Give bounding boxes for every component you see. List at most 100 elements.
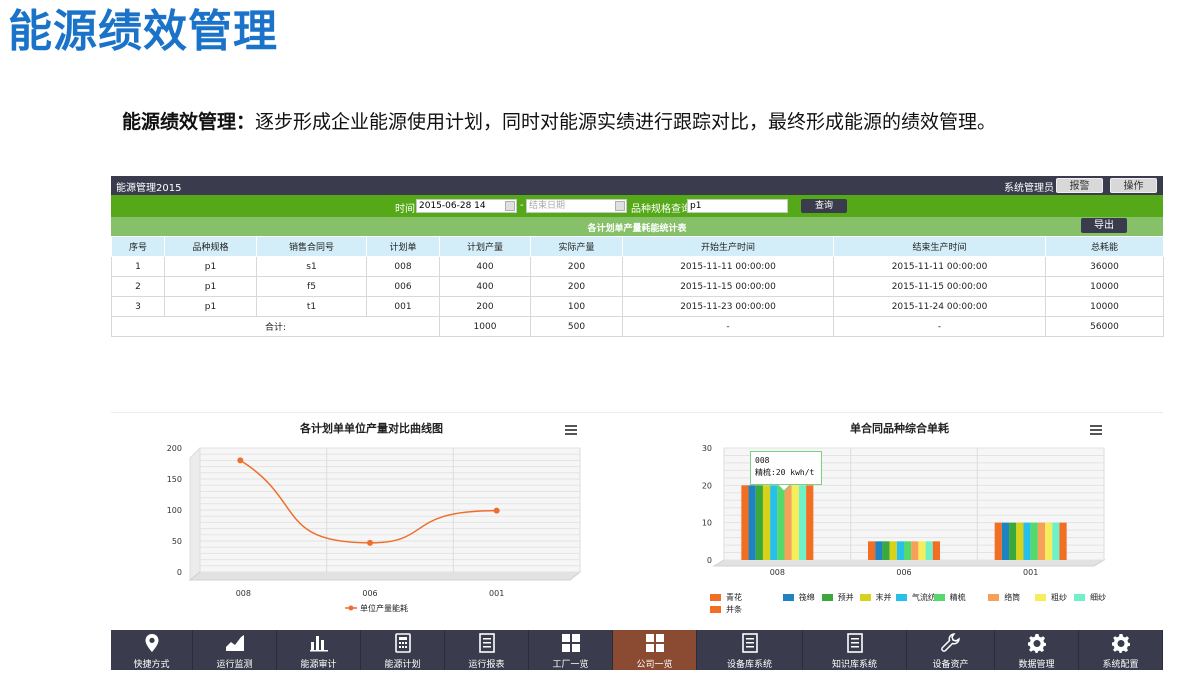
table-cell: 2015-11-11 00:00:00	[622, 256, 834, 277]
document-icon	[477, 633, 497, 653]
legend-item[interactable]: 青花	[710, 592, 742, 602]
start-date-input[interactable]: 2015-06-28 14	[416, 199, 517, 213]
nav-item[interactable]: 数据管理	[995, 630, 1079, 670]
nav-item-label: 设备资产	[932, 660, 969, 670]
col-header[interactable]: 结束生产时间	[833, 236, 1046, 257]
nav-item[interactable]: 设备库系统	[697, 630, 803, 670]
x-tick-label: 001	[1023, 568, 1038, 577]
legend-item[interactable]: 末并	[859, 592, 892, 602]
table-cell: p1	[164, 296, 257, 317]
nav-item[interactable]: 能源计划	[361, 630, 445, 670]
nav-item[interactable]: 能源审计	[277, 630, 361, 670]
table-title: 各计划单产量耗能统计表	[587, 224, 687, 234]
legend-item[interactable]: 气流纺	[895, 592, 936, 602]
wrench-icon	[940, 633, 961, 653]
legend-item[interactable]: 粗纱	[1035, 592, 1067, 602]
nav-item-label: 快捷方式	[133, 660, 170, 670]
alarm-button[interactable]: 报警	[1056, 178, 1103, 193]
col-header[interactable]: 总耗能	[1045, 236, 1164, 257]
chart1-menu-icon[interactable]	[565, 425, 577, 435]
legend-item[interactable]: 络筒	[988, 592, 1020, 602]
table-cell: t1	[256, 296, 367, 317]
table-cell: -	[833, 316, 1046, 337]
table-row[interactable]: 1 p1 s1 008 400 200 2015-11-11 00:00:00 2015-11…	[111, 256, 1164, 277]
table-cell: 3	[111, 296, 165, 317]
query-button[interactable]: 查询	[801, 199, 847, 213]
table-cell: p1	[164, 256, 257, 277]
x-tick-label: 001	[489, 589, 504, 598]
bar	[1037, 522, 1046, 560]
legend-label: 末并	[875, 593, 892, 602]
nav-item-label: 工厂一览	[552, 660, 589, 670]
date-dash: -	[520, 200, 524, 211]
pin-icon	[142, 633, 162, 653]
end-date-input[interactable]: 结束日期	[526, 199, 627, 213]
col-header[interactable]: 品种规格	[164, 236, 257, 257]
legend-item[interactable]: 并条	[710, 604, 742, 614]
col-header[interactable]: 销售合同号	[256, 236, 367, 257]
table-cell: 200	[439, 296, 531, 317]
bar	[904, 541, 912, 560]
bar	[918, 541, 926, 560]
legend-swatch	[1035, 594, 1046, 601]
bar	[889, 541, 897, 560]
bar	[1030, 522, 1038, 560]
col-header[interactable]: 计划单	[366, 236, 440, 257]
bar	[1052, 522, 1060, 560]
export-button[interactable]: 导出	[1081, 218, 1127, 233]
user-label: 系统管理员	[1004, 183, 1054, 194]
operation-button[interactable]: 操作	[1110, 178, 1157, 193]
y-tick-label: 10	[702, 519, 712, 528]
calendar-icon[interactable]	[505, 201, 515, 211]
nav-item-label: 能源计划	[384, 660, 421, 670]
col-header[interactable]: 序号	[111, 236, 165, 257]
total-label: 合计:	[111, 316, 440, 337]
legend-item[interactable]: 预并	[821, 592, 854, 602]
plot-floor	[188, 571, 582, 581]
legend-item[interactable]: 细纱	[1074, 592, 1106, 602]
legend-label: 粗纱	[1051, 593, 1067, 602]
nav-item[interactable]: 系统配置	[1079, 630, 1163, 670]
spec-value: p1	[690, 201, 702, 211]
data-point	[237, 457, 244, 464]
legend-label: 预并	[837, 593, 854, 602]
legend-item[interactable]: 筏绵	[782, 592, 815, 602]
y-tick-label: 100	[167, 506, 182, 515]
tooltip-line2: 精梳:20 kwh/t	[755, 468, 815, 477]
nav-item[interactable]: 公司一览	[613, 630, 697, 670]
bar	[925, 541, 933, 560]
table-cell: 2015-11-24 00:00:00	[833, 296, 1046, 317]
table-cell: 006	[366, 276, 440, 297]
nav-item[interactable]: 快捷方式	[111, 630, 193, 670]
nav-item[interactable]: 知识库系统	[803, 630, 907, 670]
table-cell: -	[622, 316, 834, 337]
energy-table: 序号 品种规格 销售合同号 计划单 计划产量 实际产量 开始生产时间 结束生产时…	[111, 236, 1164, 337]
col-header[interactable]: 计划产量	[439, 236, 531, 257]
plot-side-wall	[189, 446, 201, 582]
intro-body: 逐步形成企业能源使用计划，同时对能源实绩进行跟踪对比，最终形成能源的绩效管理。	[255, 111, 997, 133]
table-cell: 10000	[1045, 296, 1164, 317]
calculator-icon	[393, 633, 413, 653]
legend-item[interactable]: 精梳	[933, 592, 966, 602]
chart-tooltip: 008 精梳:20 kwh/t	[750, 451, 822, 485]
col-header[interactable]: 开始生产时间	[622, 236, 834, 257]
col-header[interactable]: 实际产量	[530, 236, 623, 257]
table-cell: 2015-11-15 00:00:00	[622, 276, 834, 297]
table-row[interactable]: 3 p1 t1 001 200 100 2015-11-23 00:00:00 2015-11…	[111, 296, 1164, 317]
legend-swatch	[710, 606, 721, 613]
legend-label: 青花	[726, 593, 742, 602]
legend-swatch	[859, 594, 871, 601]
nav-item-label: 知识库系统	[831, 660, 877, 670]
nav-item[interactable]: 工厂一览	[529, 630, 613, 670]
chart2-menu-icon[interactable]	[1090, 425, 1102, 435]
y-tick-label: 50	[172, 537, 182, 546]
calendar-icon[interactable]	[615, 201, 625, 211]
nav-item[interactable]: 运行报表	[445, 630, 529, 670]
spec-input[interactable]: p1	[687, 199, 788, 213]
nav-item[interactable]: 设备资产	[907, 630, 995, 670]
bar	[932, 541, 940, 560]
y-tick-label: 0	[707, 556, 712, 565]
table-row[interactable]: 2 p1 f5 006 400 200 2015-11-15 00:00:00 2015-11…	[111, 276, 1164, 297]
bar	[1016, 522, 1024, 560]
nav-item[interactable]: 运行监测	[193, 630, 277, 670]
